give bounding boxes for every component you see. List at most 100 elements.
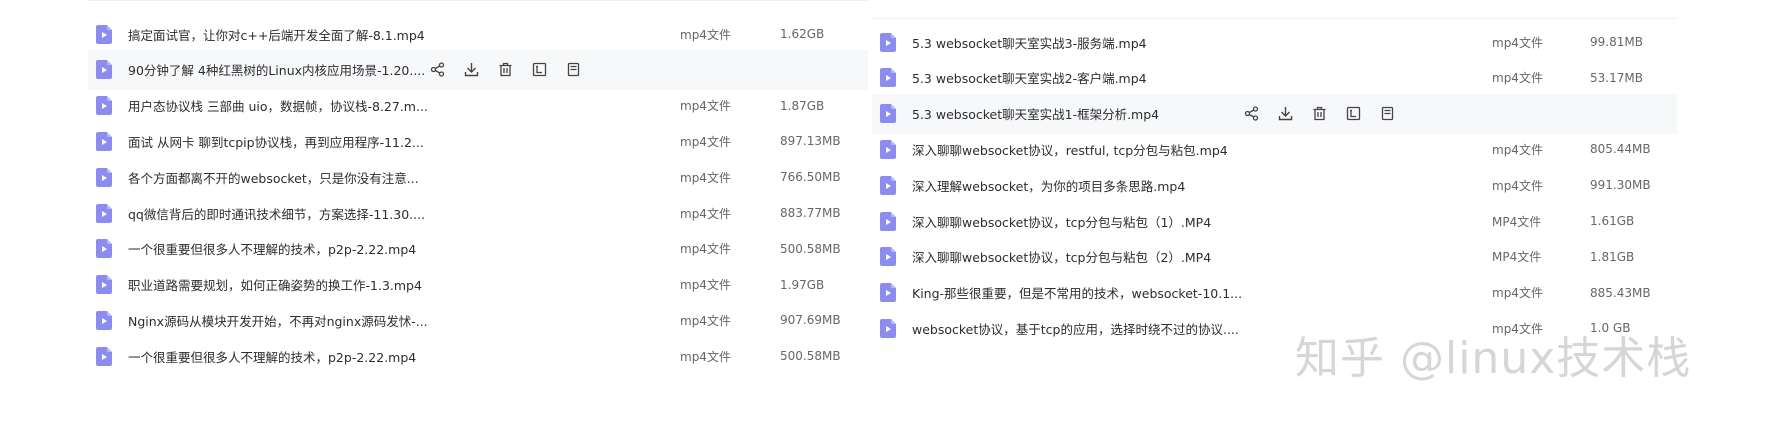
file-row[interactable]: 一个很重要但很多人不理解的技术，p2p-2.22.mp4 mp4文件 500.58M… (88, 336, 868, 376)
file-row[interactable]: 深入聊聊websocket协议，restful, tcp分包与粘包.mp4 mp4… (872, 129, 1677, 169)
file-size: 1.62GB (780, 27, 825, 41)
file-name[interactable]: 面试 从网卡 聊到tcpip协议栈，再到应用程序-11.2... (128, 132, 424, 151)
file-name[interactable]: King-那些很重要，但是不常用的技术，websocket-10.1... (912, 283, 1242, 302)
file-row[interactable]: 一个很重要但很多人不理解的技术，p2p-2.22.mp4 mp4文件 500.58M… (88, 229, 868, 269)
file-name[interactable]: 深入聊聊websocket协议，tcp分包与粘包（1）.MP4 (912, 212, 1211, 231)
file-type: mp4文件 (680, 313, 731, 328)
video-file-icon (880, 32, 896, 52)
file-type: mp4文件 (680, 349, 731, 364)
file-size: 1.61GB (1590, 214, 1635, 228)
file-size: 883.77MB (780, 206, 841, 220)
file-size: 805.44MB (1590, 142, 1651, 157)
file-row[interactable]: 5.3 websocket聊天室实战1-框架分析.mp4 (872, 93, 1677, 134)
file-row[interactable]: 90分钟了解 4种红黑树的Linux内核应用场景-1.20.... (88, 49, 868, 90)
video-file-icon (880, 247, 896, 267)
file-row[interactable]: 5.3 websocket聊天室实战3-服务端.mp4 mp4文件 99.81MB (872, 22, 1677, 62)
file-type: mp4文件 (1492, 142, 1543, 157)
file-name[interactable]: Nginx源码从模块开发开始，不再对nginx源码发怵-... (128, 311, 428, 330)
file-name[interactable]: websocket协议，基于tcp的应用，选择时绕不过的协议.... (912, 319, 1239, 338)
file-row[interactable]: websocket协议，基于tcp的应用，选择时绕不过的协议.... mp4文件 1… (872, 308, 1677, 348)
video-file-icon (880, 68, 896, 88)
file-type: mp4文件 (1492, 321, 1543, 336)
video-file-icon (880, 175, 896, 195)
file-row[interactable]: 职业道路需要规划，如何正确姿势的换工作-1.3.mp4 mp4文件 1.97GB (88, 265, 868, 305)
file-name[interactable]: 5.3 websocket聊天室实战1-框架分析.mp4 (912, 104, 1159, 123)
divider (872, 18, 1677, 19)
file-row[interactable]: Nginx源码从模块开发开始，不再对nginx源码发怵-... mp4文件 907.… (88, 300, 868, 340)
file-name[interactable]: 深入聊聊websocket协议，restful, tcp分包与粘包.mp4 (912, 140, 1228, 159)
file-name[interactable]: 5.3 websocket聊天室实战3-服务端.mp4 (912, 33, 1147, 52)
file-size: 897.13MB (780, 134, 841, 149)
file-row[interactable]: 用户态协议栈 三部曲 uio，数据帧，协议栈-8.27.m... mp4文件 1.8… (88, 86, 868, 126)
file-size: 766.50MB (780, 170, 841, 185)
video-file-icon (96, 203, 112, 223)
file-type: mp4文件 (1492, 178, 1543, 193)
video-file-icon (96, 131, 112, 151)
file-row[interactable]: 搞定面试官，让你对c++后端开发全面了解-8.1.mp4 mp4文件 1.62GB (88, 14, 868, 54)
file-name[interactable]: 用户态协议栈 三部曲 uio，数据帧，协议栈-8.27.m... (128, 96, 428, 115)
video-file-icon (96, 275, 112, 295)
video-file-icon (96, 167, 112, 187)
file-row[interactable]: 深入聊聊websocket协议，tcp分包与粘包（1）.MP4 MP4文件 1.61… (872, 201, 1677, 241)
video-file-icon (880, 283, 896, 303)
file-name[interactable]: 5.3 websocket聊天室实战2-客户端.mp4 (912, 68, 1147, 87)
file-size: 500.58MB (780, 349, 841, 364)
file-size: 1.97GB (780, 277, 825, 292)
file-size: 1.81GB (1590, 249, 1635, 264)
row-actions (428, 61, 582, 79)
file-type: mp4文件 (680, 170, 731, 185)
share-icon[interactable] (1242, 105, 1260, 123)
file-name[interactable]: 深入聊聊websocket协议，tcp分包与粘包（2）.MP4 (912, 247, 1211, 266)
file-row[interactable]: 5.3 websocket聊天室实战2-客户端.mp4 mp4文件 53.17MB (872, 58, 1677, 98)
delete-icon[interactable] (1310, 105, 1328, 123)
file-type: MP4文件 (1492, 250, 1542, 265)
video-file-icon (96, 60, 112, 80)
video-file-icon (96, 24, 112, 44)
video-file-icon (880, 318, 896, 338)
video-file-icon (880, 211, 896, 231)
file-row[interactable]: 面试 从网卡 聊到tcpip协议栈，再到应用程序-11.2... mp4文件 897… (88, 121, 868, 161)
file-row[interactable]: 深入理解websocket，为你的项目多条思路.mp4 mp4文件 991.30MB (872, 165, 1677, 205)
file-name[interactable]: 职业道路需要规划，如何正确姿势的换工作-1.3.mp4 (128, 275, 422, 294)
file-row[interactable]: qq微信背后的即时通讯技术细节，方案选择-11.30.... mp4文件 883.7… (88, 193, 868, 233)
rename-icon[interactable] (1344, 105, 1362, 123)
file-size: 99.81MB (1590, 35, 1643, 49)
file-row[interactable]: King-那些很重要，但是不常用的技术，websocket-10.1... mp4… (872, 273, 1677, 313)
download-icon[interactable] (462, 61, 480, 79)
file-type: mp4文件 (1492, 286, 1543, 301)
file-row[interactable]: 深入聊聊websocket协议，tcp分包与粘包（2）.MP4 MP4文件 1.81… (872, 237, 1677, 277)
file-size: 1.87GB (780, 98, 825, 113)
file-name[interactable]: 各个方面都离不开的websocket，只是你没有注意... (128, 168, 419, 187)
row-actions (1242, 105, 1396, 123)
file-type: mp4文件 (680, 242, 731, 257)
file-row[interactable]: 各个方面都离不开的websocket，只是你没有注意... mp4文件 766.50… (88, 157, 868, 197)
video-file-icon (96, 310, 112, 330)
file-name[interactable]: 一个很重要但很多人不理解的技术，p2p-2.22.mp4 (128, 239, 416, 258)
more-icon[interactable] (1378, 105, 1396, 123)
video-file-icon (96, 96, 112, 116)
file-size: 991.30MB (1590, 178, 1651, 193)
file-name[interactable]: 深入理解websocket，为你的项目多条思路.mp4 (912, 176, 1185, 195)
file-name[interactable]: qq微信背后的即时通讯技术细节，方案选择-11.30.... (128, 204, 425, 223)
file-type: mp4文件 (680, 134, 731, 149)
file-size: 53.17MB (1590, 70, 1643, 85)
more-icon[interactable] (564, 61, 582, 79)
file-name[interactable]: 90分钟了解 4种红黑树的Linux内核应用场景-1.20.... (128, 60, 425, 79)
file-name[interactable]: 搞定面试官，让你对c++后端开发全面了解-8.1.mp4 (128, 25, 425, 44)
file-type: mp4文件 (1492, 71, 1543, 86)
share-icon[interactable] (428, 61, 446, 79)
file-type: mp4文件 (1492, 35, 1543, 50)
file-name[interactable]: 一个很重要但很多人不理解的技术，p2p-2.22.mp4 (128, 347, 416, 366)
video-file-icon (880, 104, 896, 124)
video-file-icon (96, 346, 112, 366)
file-size: 1.0 GB (1590, 321, 1631, 336)
delete-icon[interactable] (496, 61, 514, 79)
file-size: 500.58MB (780, 241, 841, 256)
download-icon[interactable] (1276, 105, 1294, 123)
divider (88, 0, 868, 1)
video-file-icon (96, 239, 112, 259)
file-type: mp4文件 (680, 99, 731, 114)
file-type: MP4文件 (1492, 214, 1542, 229)
rename-icon[interactable] (530, 61, 548, 79)
file-size: 907.69MB (780, 313, 841, 328)
